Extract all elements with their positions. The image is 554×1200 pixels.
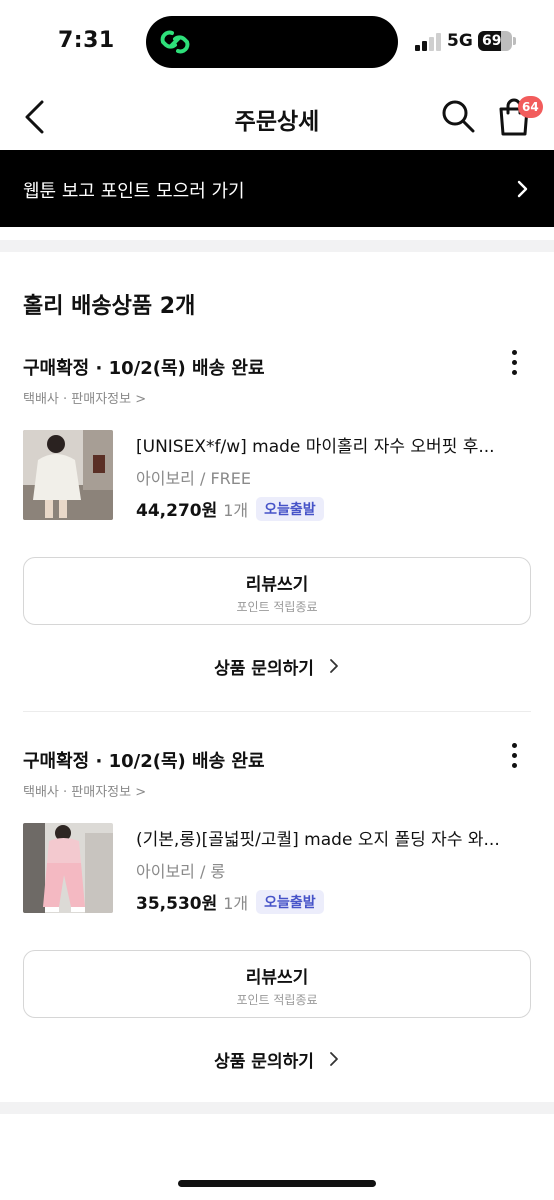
section-separator-top [0, 240, 554, 252]
banner-text: 웹툰 보고 포인트 모으러 가기 [23, 181, 245, 202]
battery-level: 69 [482, 33, 502, 49]
product-inquiry-button[interactable]: 상품 문의하기 [160, 652, 394, 680]
more-dot [512, 763, 517, 768]
price-row: 44,270원 1개 오늘출발 [136, 496, 324, 521]
battery-icon: 69 [478, 31, 512, 51]
battery-cap [513, 37, 516, 45]
chevron-right-icon [329, 1052, 338, 1066]
price-row: 35,530원 1개 오늘출발 [136, 889, 324, 914]
product-price: 44,270원 [136, 501, 218, 521]
more-dot [512, 753, 517, 758]
order-status: 구매확정 · 10/2(목) 배송 완료 [23, 751, 265, 772]
product-thumbnail[interactable] [23, 823, 113, 913]
product-quantity: 1개 [223, 893, 249, 913]
courier-seller-info-link[interactable]: 택배사 · 판매자정보 > [23, 388, 146, 407]
webtoon-points-banner[interactable]: 웹툰 보고 포인트 모으러 가기 [0, 150, 554, 227]
product-price: 35,530원 [136, 894, 218, 914]
same-day-shipping-badge: 오늘출발 [256, 889, 324, 914]
status-time: 7:31 [58, 28, 115, 53]
review-button-label: 리뷰쓰기 [245, 575, 309, 595]
write-review-button[interactable]: 리뷰쓰기 포인트 적립종료 [23, 557, 531, 625]
back-button[interactable] [18, 98, 52, 136]
courier-seller-info-link[interactable]: 택배사 · 판매자정보 > [23, 781, 146, 800]
more-options-button[interactable] [503, 743, 525, 773]
more-options-button[interactable] [503, 350, 525, 380]
product-option: 아이보리 / FREE [136, 469, 251, 488]
section-title: 홀리 배송상품 2개 [23, 294, 196, 319]
link-app-icon [160, 30, 190, 54]
product-quantity: 1개 [223, 500, 249, 520]
order-card: 구매확정 · 10/2(목) 배송 완료 택배사 · 판매자정보 > (기본,롱… [0, 743, 554, 1087]
product-name-link[interactable]: [UNISEX*f/w] made 마이홀리 자수 오버핏 후... [136, 432, 516, 457]
product-thumbnail[interactable] [23, 430, 113, 520]
search-button[interactable] [438, 96, 478, 136]
cart-count-badge: 64 [518, 96, 543, 118]
write-review-button[interactable]: 리뷰쓰기 포인트 적립종료 [23, 950, 531, 1018]
home-indicator[interactable] [178, 1180, 376, 1187]
status-bar: 7:31 5G 69 [0, 0, 554, 84]
inquiry-label: 상품 문의하기 [214, 1051, 314, 1072]
search-icon [442, 100, 475, 133]
section-separator-bottom [0, 1102, 554, 1114]
more-dot [512, 370, 517, 375]
order-card: 구매확정 · 10/2(목) 배송 완료 택배사 · 판매자정보 > [UNIS… [0, 350, 554, 694]
review-button-sublabel: 포인트 적립종료 [236, 600, 318, 614]
product-inquiry-button[interactable]: 상품 문의하기 [160, 1045, 394, 1073]
nav-bar: 주문상세 [0, 84, 554, 150]
more-dot [512, 743, 517, 748]
chevron-right-icon [329, 659, 338, 673]
product-option: 아이보리 / 롱 [136, 862, 226, 881]
network-type: 5G [447, 31, 473, 51]
review-button-label: 리뷰쓰기 [245, 968, 309, 988]
same-day-shipping-badge: 오늘출발 [256, 496, 324, 521]
order-status: 구매확정 · 10/2(목) 배송 완료 [23, 358, 265, 379]
chevron-right-icon [517, 180, 528, 198]
back-chevron-icon [25, 100, 44, 134]
order-divider [23, 711, 531, 712]
product-name-link[interactable]: (기본,롱)[골넓핏/고퀄] made 오지 폴딩 자수 와... [136, 825, 516, 850]
more-dot [512, 360, 517, 365]
inquiry-label: 상품 문의하기 [214, 658, 314, 679]
dynamic-island [146, 16, 398, 68]
review-button-sublabel: 포인트 적립종료 [236, 993, 318, 1007]
cellular-signal-icon [415, 33, 441, 51]
more-dot [512, 350, 517, 355]
